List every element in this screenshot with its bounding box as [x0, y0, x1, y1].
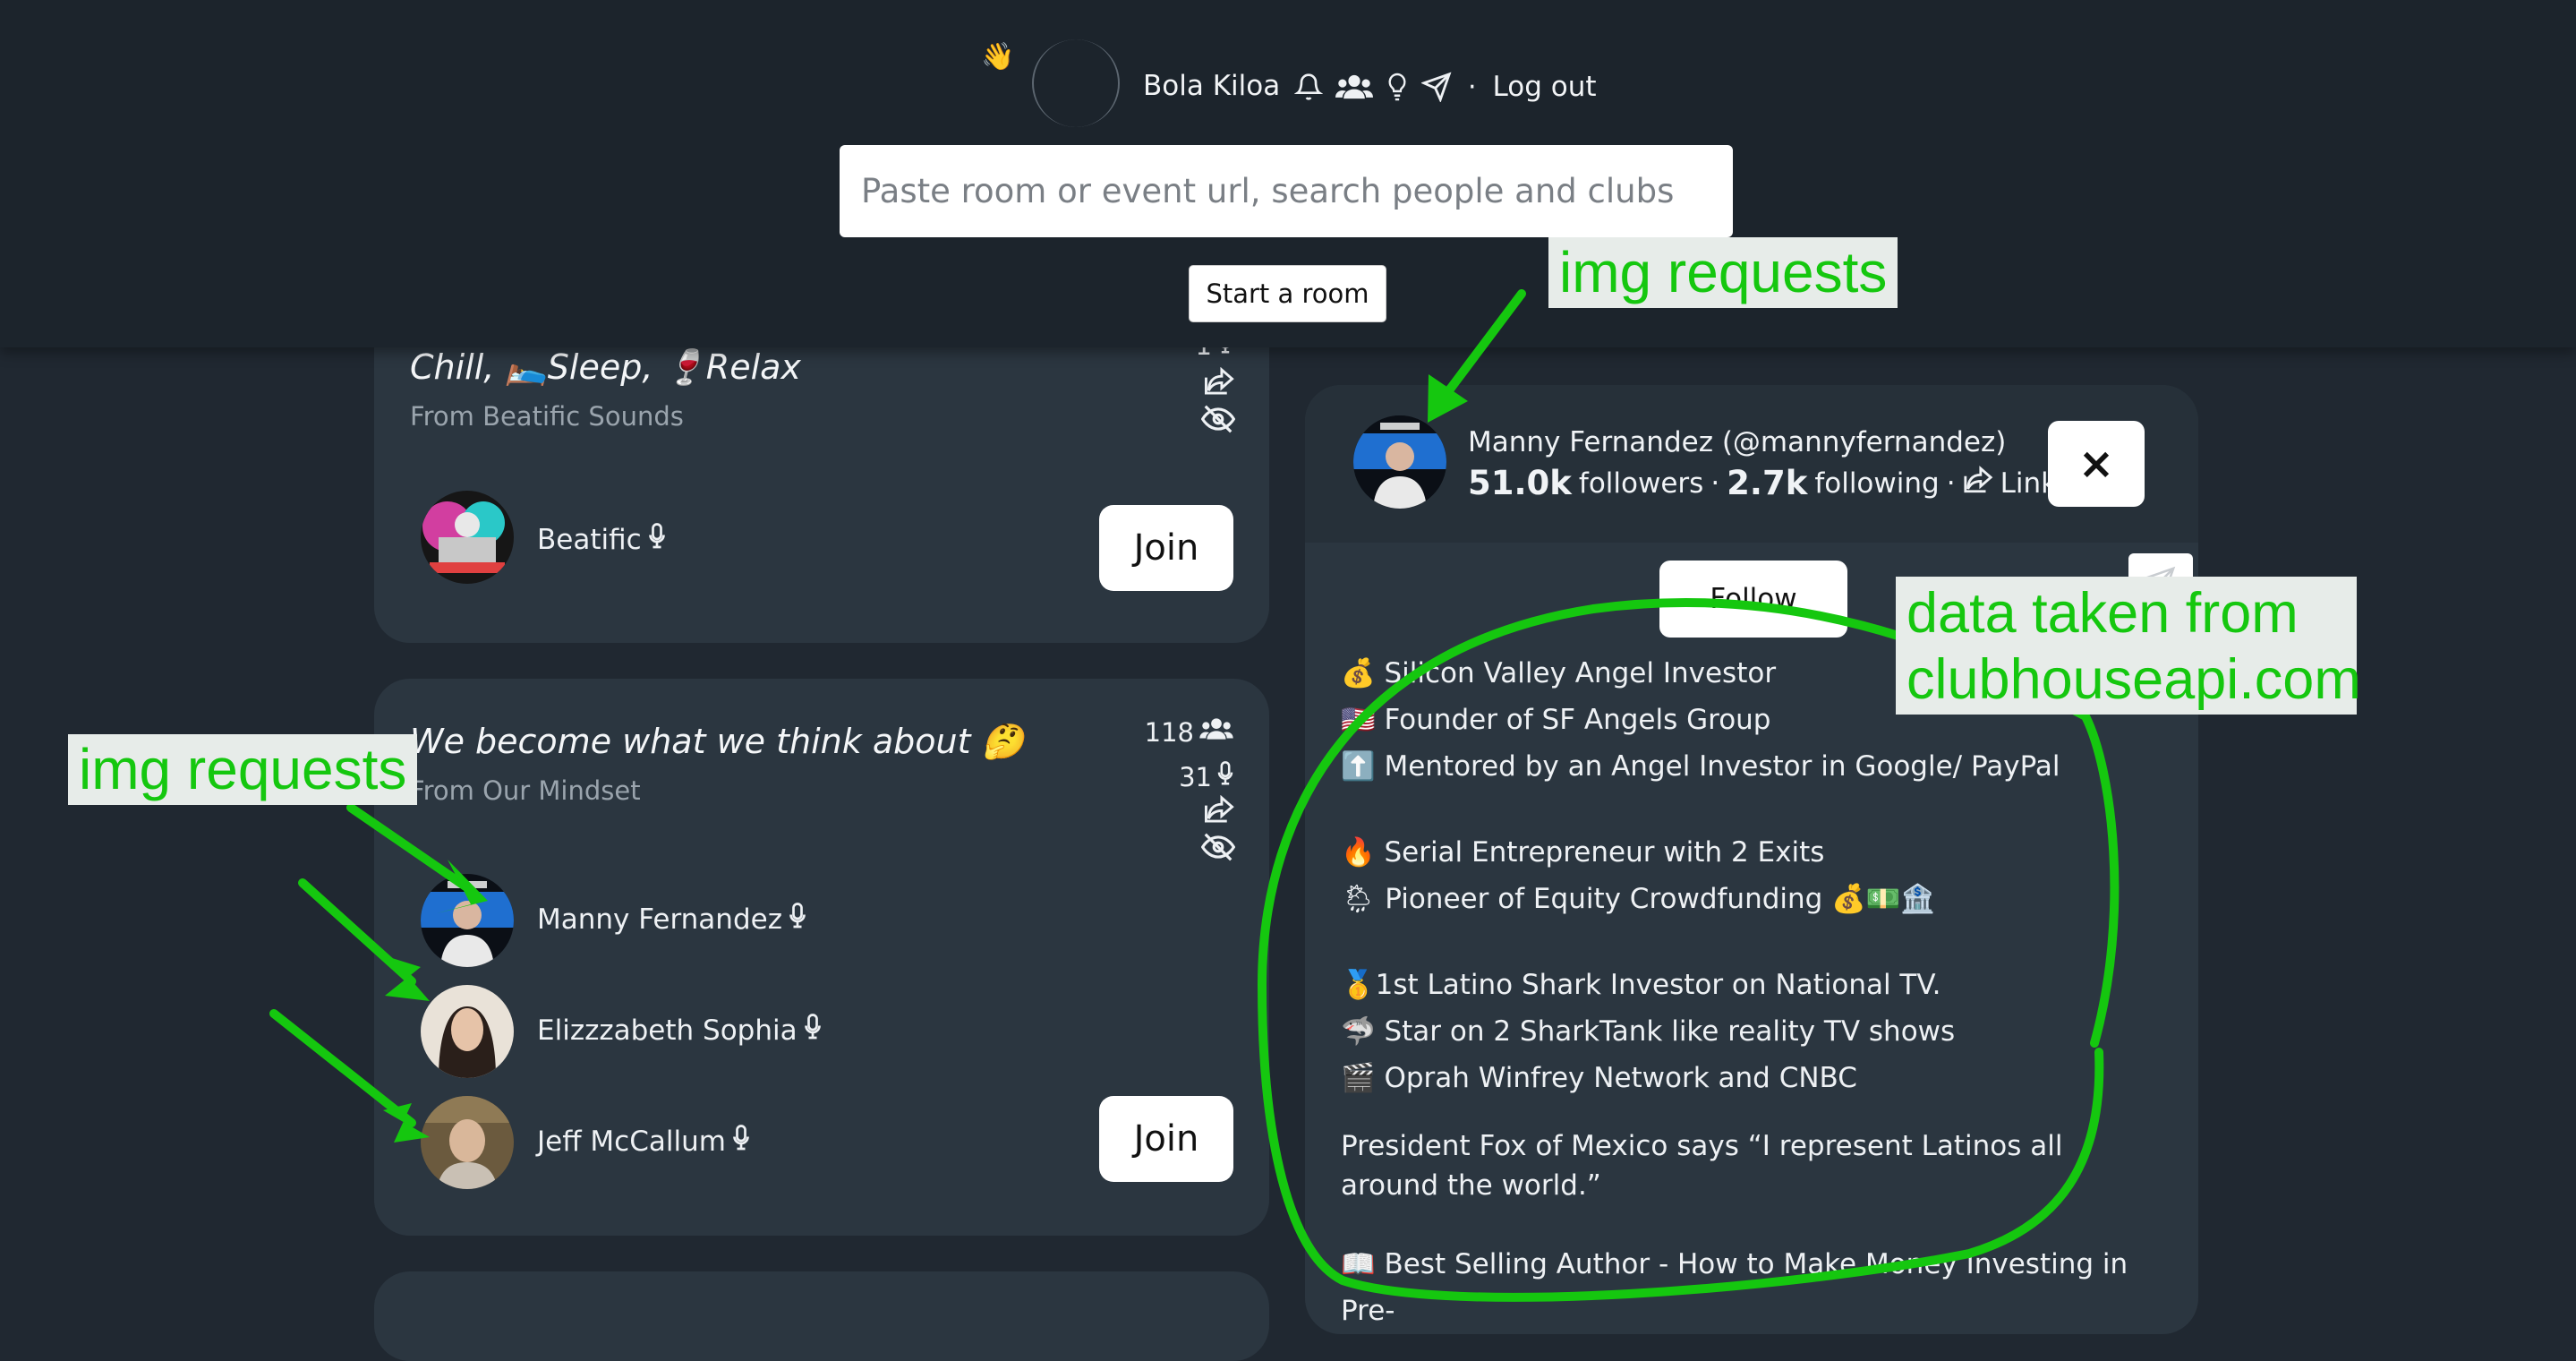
profile-avatar [1353, 415, 1446, 509]
follow-button[interactable]: Follow [1659, 561, 1847, 638]
speaker-avatar[interactable] [421, 985, 514, 1078]
search-input[interactable] [840, 145, 1733, 237]
share-icon[interactable] [1203, 794, 1235, 827]
top-header: 👋 Bola Kiloa · Log out Start a room [0, 0, 2576, 347]
speaker-name[interactable]: Manny Fernandez [537, 903, 806, 937]
annotation-label: img requests [68, 734, 418, 805]
close-button[interactable]: × [2048, 421, 2145, 507]
listener-stat: 118 [1108, 716, 1233, 748]
speaker-avatar[interactable] [421, 874, 514, 967]
bio-line: 📖 Best Selling Author - How to Make Mone… [1341, 1248, 2128, 1327]
separator-dot: · [1468, 71, 1477, 103]
mic-icon [648, 523, 665, 557]
share-icon[interactable] [1203, 366, 1235, 399]
users-icon [1199, 716, 1233, 748]
speaker-name-text: Jeff McCallum [537, 1126, 726, 1158]
users-icon[interactable] [1335, 73, 1373, 101]
annotation-label: img requests [1548, 237, 1898, 308]
speaker-name-text: Beatific [537, 524, 642, 556]
bio-line: 🔥 Serial Entrepreneur with 2 Exits [1341, 836, 1825, 869]
speaker-name-text: Elizzzabeth Sophia [537, 1014, 798, 1047]
listener-count: 118 [1144, 716, 1194, 748]
speaker-avatar[interactable] [421, 1096, 514, 1189]
logout-link[interactable]: Log out [1493, 71, 1597, 103]
mic-icon [789, 903, 806, 937]
speaker-count: 31 [1179, 761, 1212, 792]
bio-line: 🦈 Star on 2 SharkTank like reality TV sh… [1341, 1015, 1956, 1048]
following-count: 2.7k [1727, 464, 1808, 502]
followers-label[interactable]: followers [1579, 467, 1703, 500]
followers-count: 51.0k [1468, 464, 1572, 502]
speaker-stat: 31 [1108, 761, 1233, 792]
room-card[interactable]: We become what we think about 🤔 From Our… [374, 679, 1269, 1236]
wave-emoji: 👋 [981, 41, 1015, 73]
following-label[interactable]: following [1814, 467, 1939, 500]
bio-paragraph: President Fox of Mexico says “I represen… [1341, 1130, 2063, 1202]
bio-line: ⬆️ Mentored by an Angel Investor in Goog… [1341, 750, 2060, 783]
header-icons: · Log out [1294, 69, 1597, 105]
profile-panel: Manny Fernandez (@mannyfernandez) 51.0k … [1305, 385, 2198, 1334]
speaker-name[interactable]: Beatific [537, 523, 665, 557]
mic-icon [804, 1014, 821, 1048]
bio-line: 🎬 Oprah Winfrey Network and CNBC [1341, 1062, 1857, 1094]
mic-icon [733, 1125, 749, 1159]
room-club: From Our Mindset [410, 775, 641, 806]
separator-dot: · [1710, 467, 1720, 500]
room-club: From Beatific Sounds [410, 401, 684, 432]
lightbulb-icon[interactable] [1386, 72, 1409, 102]
profile-stats: 51.0k followers · 2.7k following · Link [1468, 464, 2057, 502]
username-link[interactable]: Bola Kiloa [1143, 70, 1280, 102]
paper-plane-icon[interactable] [1421, 72, 1452, 102]
annotation-label: data taken from clubhouseapi.com [1896, 577, 2361, 715]
profile-bio: 💰 Silicon Valley Angel Investor 🇺🇸 Found… [1341, 650, 2164, 1334]
speaker-name[interactable]: Elizzzabeth Sophia [537, 1014, 821, 1048]
speaker-name-text: Manny Fernandez [537, 903, 782, 936]
speaker-avatar[interactable] [421, 491, 514, 584]
room-title: Chill, 🛌Sleep, 🍷Relax [410, 347, 801, 387]
hide-icon[interactable] [1200, 833, 1236, 865]
join-button[interactable]: Join [1099, 1096, 1233, 1182]
room-card[interactable]: Chill, 🛌Sleep, 🍷Relax From Beatific Soun… [374, 304, 1269, 643]
start-room-button[interactable]: Start a room [1189, 265, 1386, 322]
mic-icon [1217, 761, 1233, 792]
room-title: We become what we think about 🤔 [410, 722, 1024, 761]
share-icon[interactable] [1963, 465, 1993, 501]
speaker-name[interactable]: Jeff McCallum [537, 1125, 749, 1159]
bell-icon[interactable] [1294, 72, 1323, 102]
join-button[interactable]: Join [1099, 505, 1233, 591]
room-card[interactable] [374, 1271, 1269, 1361]
profile-name: Manny Fernandez (@mannyfernandez) [1468, 426, 2007, 458]
bio-line: 🌦 Pioneer of Equity Crowdfunding 💰💵🏦 [1341, 883, 1935, 915]
bio-line: 🥇1st Latino Shark Investor on National T… [1341, 969, 1941, 1001]
separator-dot: · [1946, 467, 1956, 500]
user-avatar[interactable] [1032, 39, 1120, 127]
hide-icon[interactable] [1200, 405, 1236, 437]
profile-header: Manny Fernandez (@mannyfernandez) 51.0k … [1305, 385, 2198, 543]
